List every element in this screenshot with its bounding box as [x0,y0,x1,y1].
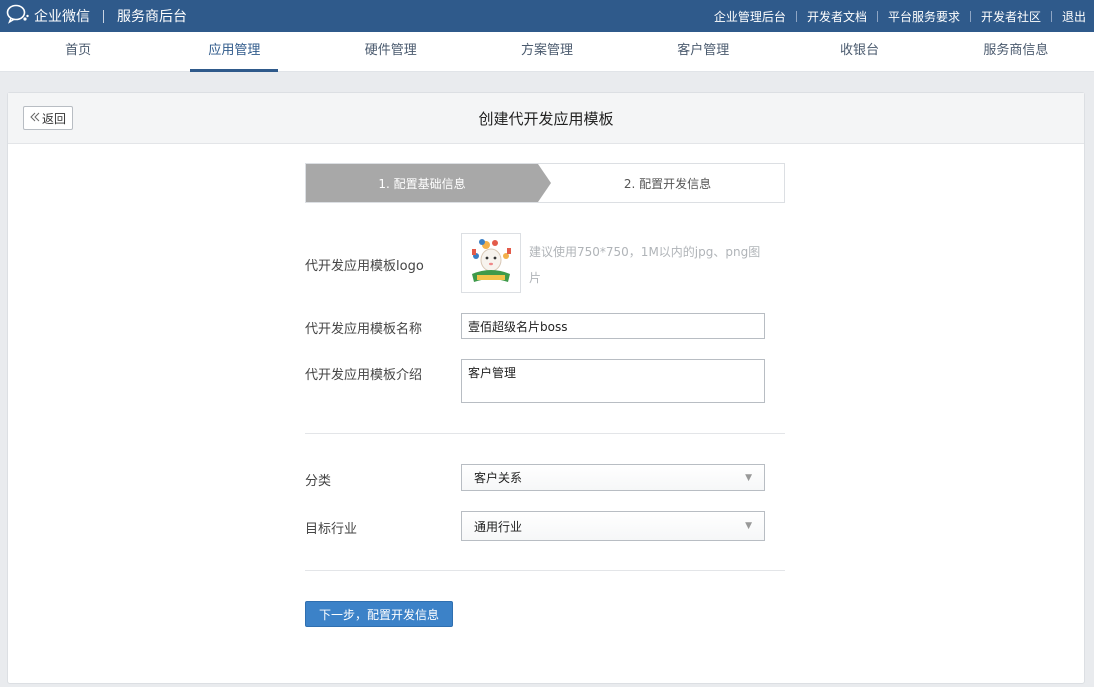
logo-upload[interactable] [461,233,521,293]
logo-label: 代开发应用模板logo [305,259,424,274]
card-header: 返回 创建代开发应用模板 [8,93,1084,144]
step-2: 2. 配置开发信息 [623,176,712,191]
link-logout[interactable]: 退出 [1062,8,1086,25]
form-divider [305,570,785,571]
next-step-button[interactable]: 下一步，配置开发信息 [305,601,454,627]
tab-hardware-management[interactable]: 硬件管理 [313,32,469,71]
tab-customer-management[interactable]: 客户管理 [625,32,781,71]
link-divider [1050,10,1052,22]
name-label: 代开发应用模板名称 [305,322,423,337]
content-card: 返回 创建代开发应用模板 1. 配置基础信息 2. 配置开发信息 代开发应用模板… [7,92,1085,684]
industry-selected: 通用行业 [474,519,523,534]
link-divider [795,10,797,22]
tab-provider-info[interactable]: 服务商信息 [938,32,1094,71]
link-enterprise-admin[interactable]: 企业管理后台 [714,8,786,25]
step-indicator: 1. 配置基础信息 2. 配置开发信息 [305,163,785,203]
wecom-logo-icon [6,4,30,28]
brand[interactable]: 企业微信 服务商后台 [6,4,187,28]
top-links: 企业管理后台 开发者文档 平台服务要求 开发者社区 退出 [714,8,1086,25]
industry-label: 目标行业 [305,522,358,537]
category-label: 分类 [305,474,332,489]
double-chevron-left-icon [30,111,40,125]
back-button[interactable]: 返回 [23,106,74,130]
link-platform-requirements[interactable]: 平台服务要求 [888,8,960,25]
tab-solution-management[interactable]: 方案管理 [469,32,625,71]
name-input[interactable] [461,313,765,339]
tab-cashier[interactable]: 收银台 [781,32,937,71]
link-developer-docs[interactable]: 开发者文档 [807,8,867,25]
category-selected: 客户关系 [474,471,523,485]
brand-divider [103,9,104,23]
link-divider [969,10,971,22]
caret-down-icon: ▼ [745,472,752,483]
form-divider [305,433,785,434]
intro-textarea[interactable]: 客户管理 [461,359,765,403]
caret-down-icon: ▼ [745,521,752,531]
top-bar: 企业微信 服务商后台 企业管理后台 开发者文档 平台服务要求 开发者社区 退出 [0,0,1094,32]
step-1-active: 1. 配置基础信息 [306,164,538,202]
brand-subtitle: 服务商后台 [117,9,187,25]
back-button-label: 返回 [42,111,67,126]
industry-select[interactable]: 通用行业 ▼ [461,511,765,541]
intro-label: 代开发应用模板介绍 [305,368,423,383]
step-arrow [538,164,551,202]
link-divider [876,10,878,22]
main-nav: 首页 应用管理 硬件管理 方案管理 客户管理 收银台 服务商信息 [0,32,1094,72]
logo-hint: 建议使用750*750，1M以内的jpg、png图片 [529,245,761,285]
tab-app-management[interactable]: 应用管理 [156,32,312,71]
tab-home[interactable]: 首页 [0,32,156,71]
app-logo-image [462,234,520,292]
brand-name: 企业微信 [34,9,90,25]
page-title: 创建代开发应用模板 [478,109,614,128]
link-developer-community[interactable]: 开发者社区 [981,8,1041,25]
category-select[interactable]: 客户关系 ▼ [461,464,765,491]
